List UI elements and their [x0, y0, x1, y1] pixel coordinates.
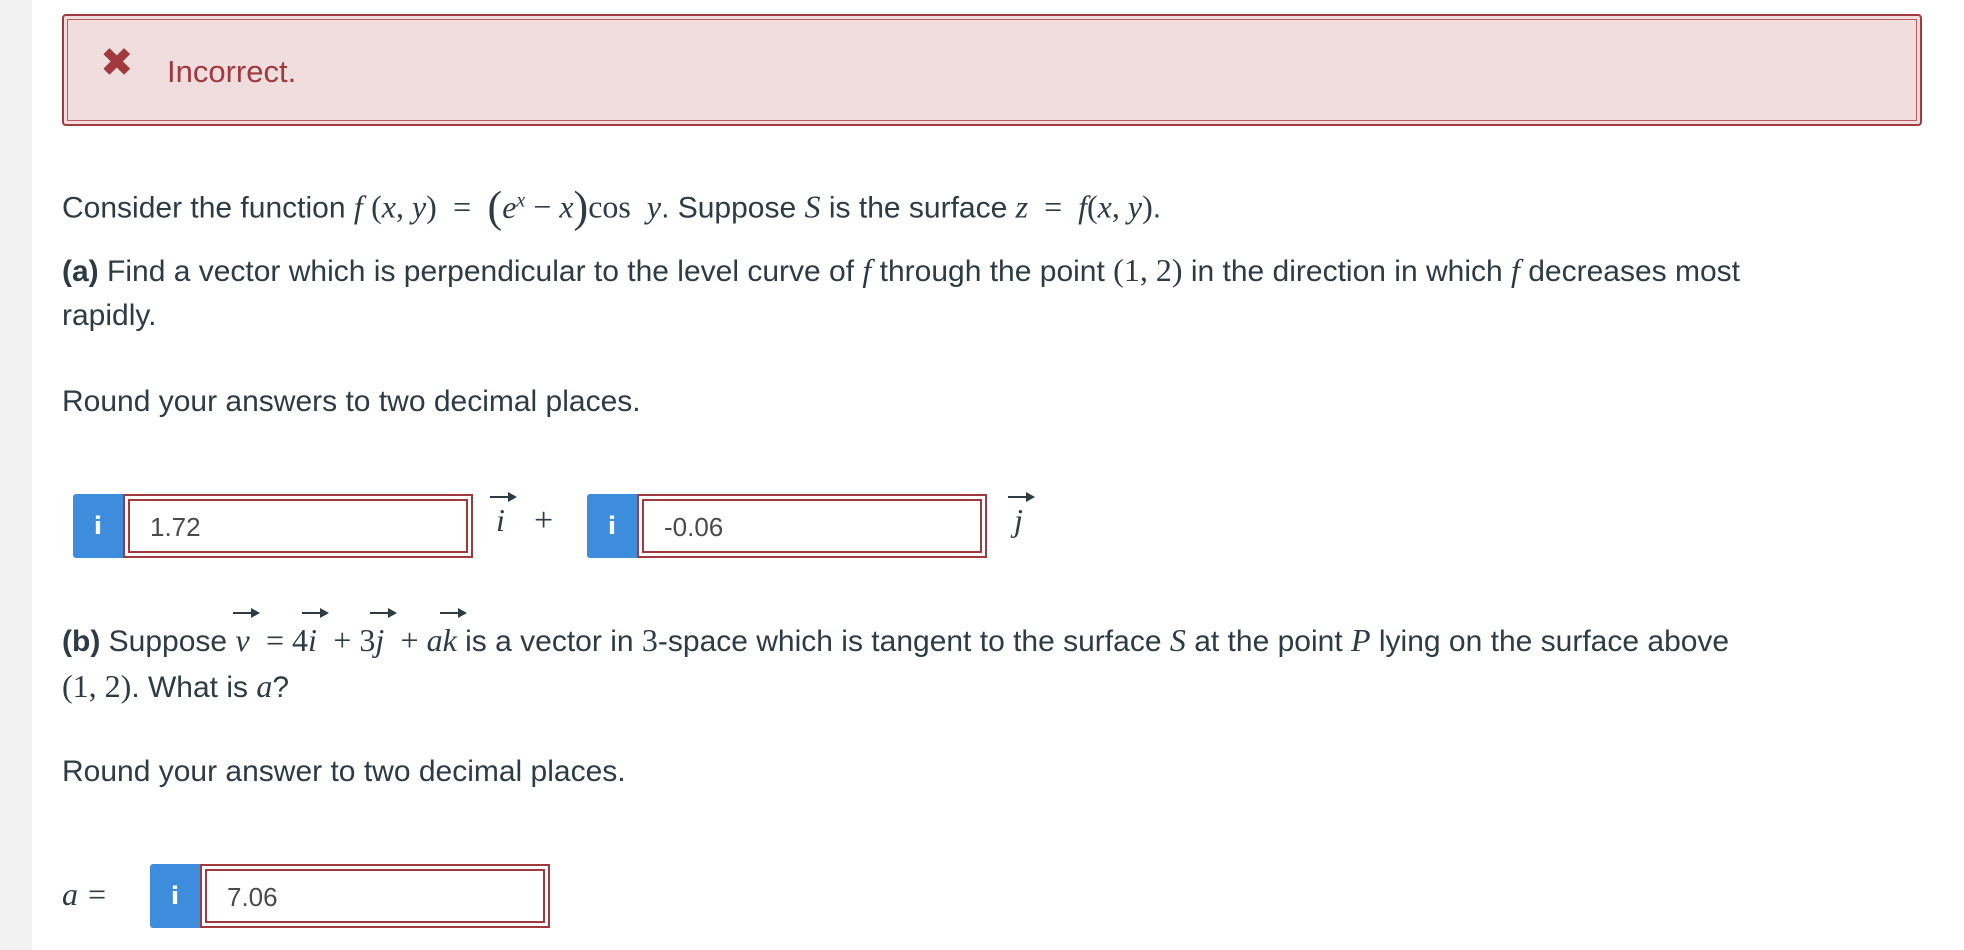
part-a-text1: Find a vector which is perpendicular to … [107, 255, 855, 288]
incorrect-banner: ✖ Incorrect. [62, 14, 1922, 126]
part-a-label: (a) [62, 255, 99, 288]
answer-a-input[interactable]: 7.06 [200, 864, 550, 928]
intro-mid2: is the surface [828, 191, 1008, 225]
i-hat-symbol: i [490, 492, 518, 538]
answer-i-input[interactable]: 1.72 [123, 494, 473, 558]
a-label: a = [62, 876, 108, 912]
part-b-text2: is a vector in [465, 625, 634, 658]
part-a-text3: in the direction in which [1190, 255, 1503, 288]
part-b-text5: lying on the surface above [1378, 625, 1730, 658]
part-a-point: (1, 2) [1113, 252, 1183, 288]
part-b-point: (1, 2) [62, 668, 132, 704]
part-b-num3: 3 [641, 622, 658, 658]
part-b-text6: . What is [131, 671, 249, 704]
intro-mid: . Suppose [661, 191, 797, 225]
j-hat-symbol: j [1008, 492, 1036, 538]
part-b-round-note: Round your answer to two decimal places. [62, 755, 626, 788]
answer-i-value[interactable]: 1.72 [128, 499, 468, 553]
intro-prefix: Consider the function [62, 191, 346, 225]
part-a-text5: rapidly. [62, 299, 157, 332]
answer-a-value[interactable]: 7.06 [205, 869, 545, 923]
function-statement: Consider the function f (x, y) = (ex − x… [62, 182, 1162, 232]
intro-end: . [1152, 191, 1162, 225]
info-icon[interactable]: i [150, 864, 200, 928]
part-b-text7: ? [272, 671, 290, 704]
part-b-text3: -space which is tangent to the surface [657, 625, 1162, 658]
answer-j-input[interactable]: -0.06 [637, 494, 987, 558]
part-a-question: (a) Find a vector which is perpendicular… [62, 252, 1741, 332]
info-icon[interactable]: i [587, 494, 637, 558]
plus-sign: + [534, 502, 554, 539]
part-b-question: (b) Suppose v = 4i + 3j + ak is a vector… [62, 608, 1942, 710]
info-icon[interactable]: i [73, 494, 123, 558]
function-formula: f [353, 188, 363, 225]
close-icon: ✖ [100, 40, 134, 86]
part-a-round-note: Round your answers to two decimal places… [62, 385, 641, 418]
answer-j-value[interactable]: -0.06 [642, 499, 982, 553]
part-a-text4: decreases most [1528, 255, 1741, 288]
part-b-label: (b) [62, 625, 101, 658]
surface-symbol: S [804, 188, 821, 225]
question-page: ✖ Incorrect. Consider the function f (x,… [32, 0, 1964, 950]
incorrect-message: Incorrect. [167, 54, 297, 89]
part-a-text2: through the point [879, 255, 1105, 288]
part-b-text1: Suppose [108, 625, 228, 658]
part-b-text4: at the point [1194, 625, 1343, 658]
